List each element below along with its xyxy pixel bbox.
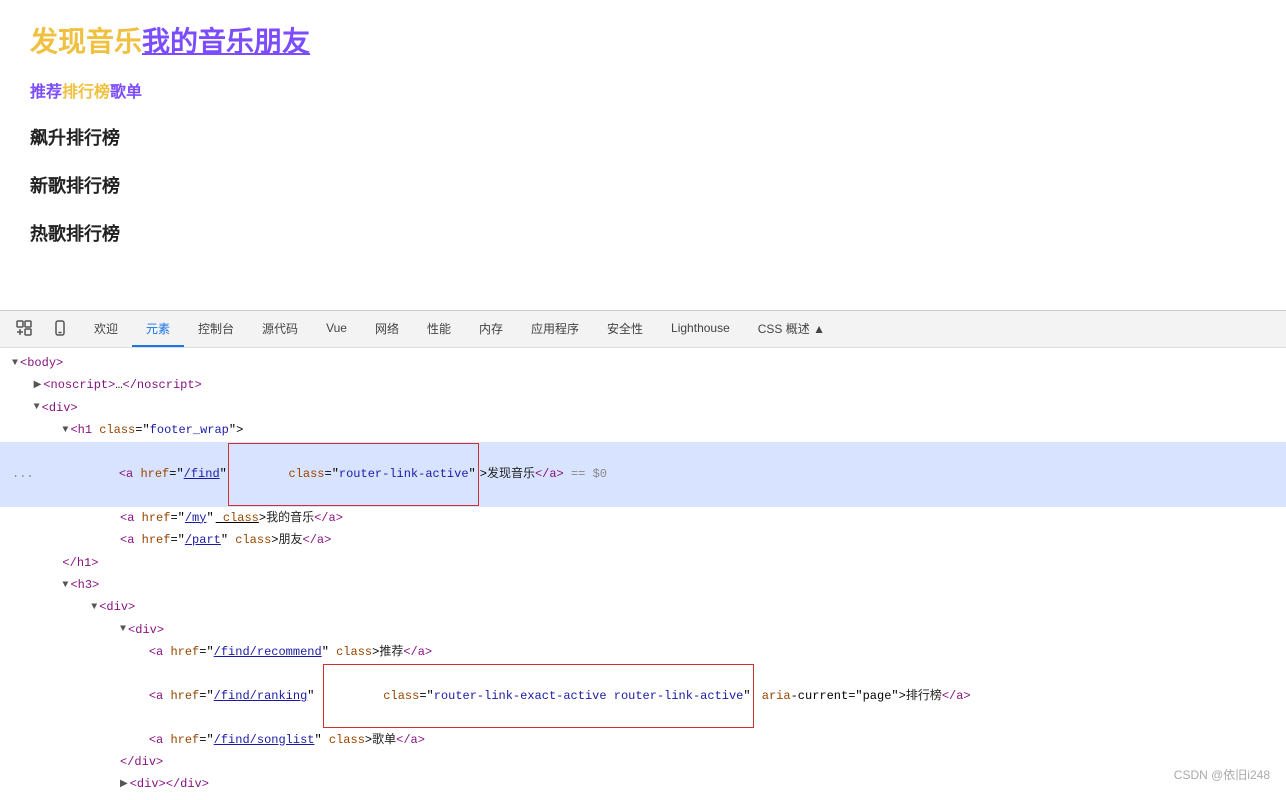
- code-a-songlist[interactable]: <a href="/find/songlist" class >歌单</a>: [0, 729, 1286, 751]
- code-body[interactable]: ▼ <body>: [0, 352, 1286, 374]
- nav-songlist[interactable]: 歌单: [110, 84, 142, 101]
- devtools-body: ▼ <body> ▶ <noscript>…</noscript> ▼ <div…: [0, 348, 1286, 800]
- devtools-tabs: 欢迎 元素 控制台 源代码 Vue 网络 性能 内存 应用程序 安全性 Ligh…: [0, 311, 1286, 348]
- code-div-close-inner[interactable]: </div>: [0, 751, 1286, 773]
- tab-elements[interactable]: 元素: [132, 311, 184, 347]
- code-a-part[interactable]: <a href="/part" class >朋友</a>: [0, 529, 1286, 551]
- devtools-panel: 欢迎 元素 控制台 源代码 Vue 网络 性能 内存 应用程序 安全性 Ligh…: [0, 310, 1286, 800]
- my-music-text[interactable]: 我的音乐朋友: [142, 26, 310, 57]
- tab-vue[interactable]: Vue: [312, 311, 361, 347]
- chart-item-1[interactable]: 飙升排行榜: [30, 124, 1256, 150]
- tab-console[interactable]: 控制台: [184, 311, 248, 347]
- nav-recommend[interactable]: 推荐: [30, 84, 62, 101]
- code-div-last[interactable]: ▶ <div></div>: [0, 773, 1286, 795]
- code-div-inner2[interactable]: ▼ <div>: [0, 619, 1286, 641]
- code-a-find[interactable]: ... <a href="/find" class="router-link-a…: [0, 442, 1286, 507]
- chart-item-2[interactable]: 新歌排行榜: [30, 172, 1256, 198]
- code-h1[interactable]: ▼ <h1 class="footer_wrap">: [0, 419, 1286, 441]
- tab-lighthouse[interactable]: Lighthouse: [657, 311, 744, 347]
- code-h1-close[interactable]: </h1>: [0, 552, 1286, 574]
- watermark: CSDN @依旧i248: [1174, 766, 1270, 783]
- code-a-ranking[interactable]: <a href="/find/ranking" class="router-li…: [0, 663, 1286, 728]
- devtools-icon-inspect[interactable]: [8, 311, 40, 347]
- find-music-text[interactable]: 发现音乐: [30, 26, 142, 57]
- tab-css-overview[interactable]: CSS 概述 ▲: [744, 311, 839, 347]
- chart-item-3[interactable]: 热歌排行榜: [30, 220, 1256, 246]
- main-title: 发现音乐我的音乐朋友: [30, 20, 1256, 60]
- code-div-outer[interactable]: ▼ <div>: [0, 397, 1286, 419]
- tab-performance[interactable]: 性能: [413, 311, 465, 347]
- code-h3[interactable]: ▼ <h3>: [0, 574, 1286, 596]
- nav-ranking[interactable]: 排行榜: [62, 84, 110, 101]
- tab-network[interactable]: 网络: [361, 311, 413, 347]
- code-a-recommend[interactable]: <a href="/find/recommend" class >推荐</a>: [0, 641, 1286, 663]
- code-noscript[interactable]: ▶ <noscript>…</noscript>: [0, 374, 1286, 396]
- code-div-h3-inner[interactable]: ▼ <div>: [0, 596, 1286, 618]
- top-content-area: 发现音乐我的音乐朋友 推荐排行榜歌单 飙升排行榜 新歌排行榜 热歌排行榜: [0, 0, 1286, 310]
- tab-welcome[interactable]: 欢迎: [80, 311, 132, 347]
- tab-memory[interactable]: 内存: [465, 311, 517, 347]
- nav-links: 推荐排行榜歌单: [30, 78, 1256, 102]
- code-a-my[interactable]: <a href="/my" class >我的音乐</a>: [0, 507, 1286, 529]
- tab-sources[interactable]: 源代码: [248, 311, 312, 347]
- tab-application[interactable]: 应用程序: [517, 311, 593, 347]
- tab-security[interactable]: 安全性: [593, 311, 657, 347]
- devtools-icon-mobile[interactable]: [44, 311, 76, 347]
